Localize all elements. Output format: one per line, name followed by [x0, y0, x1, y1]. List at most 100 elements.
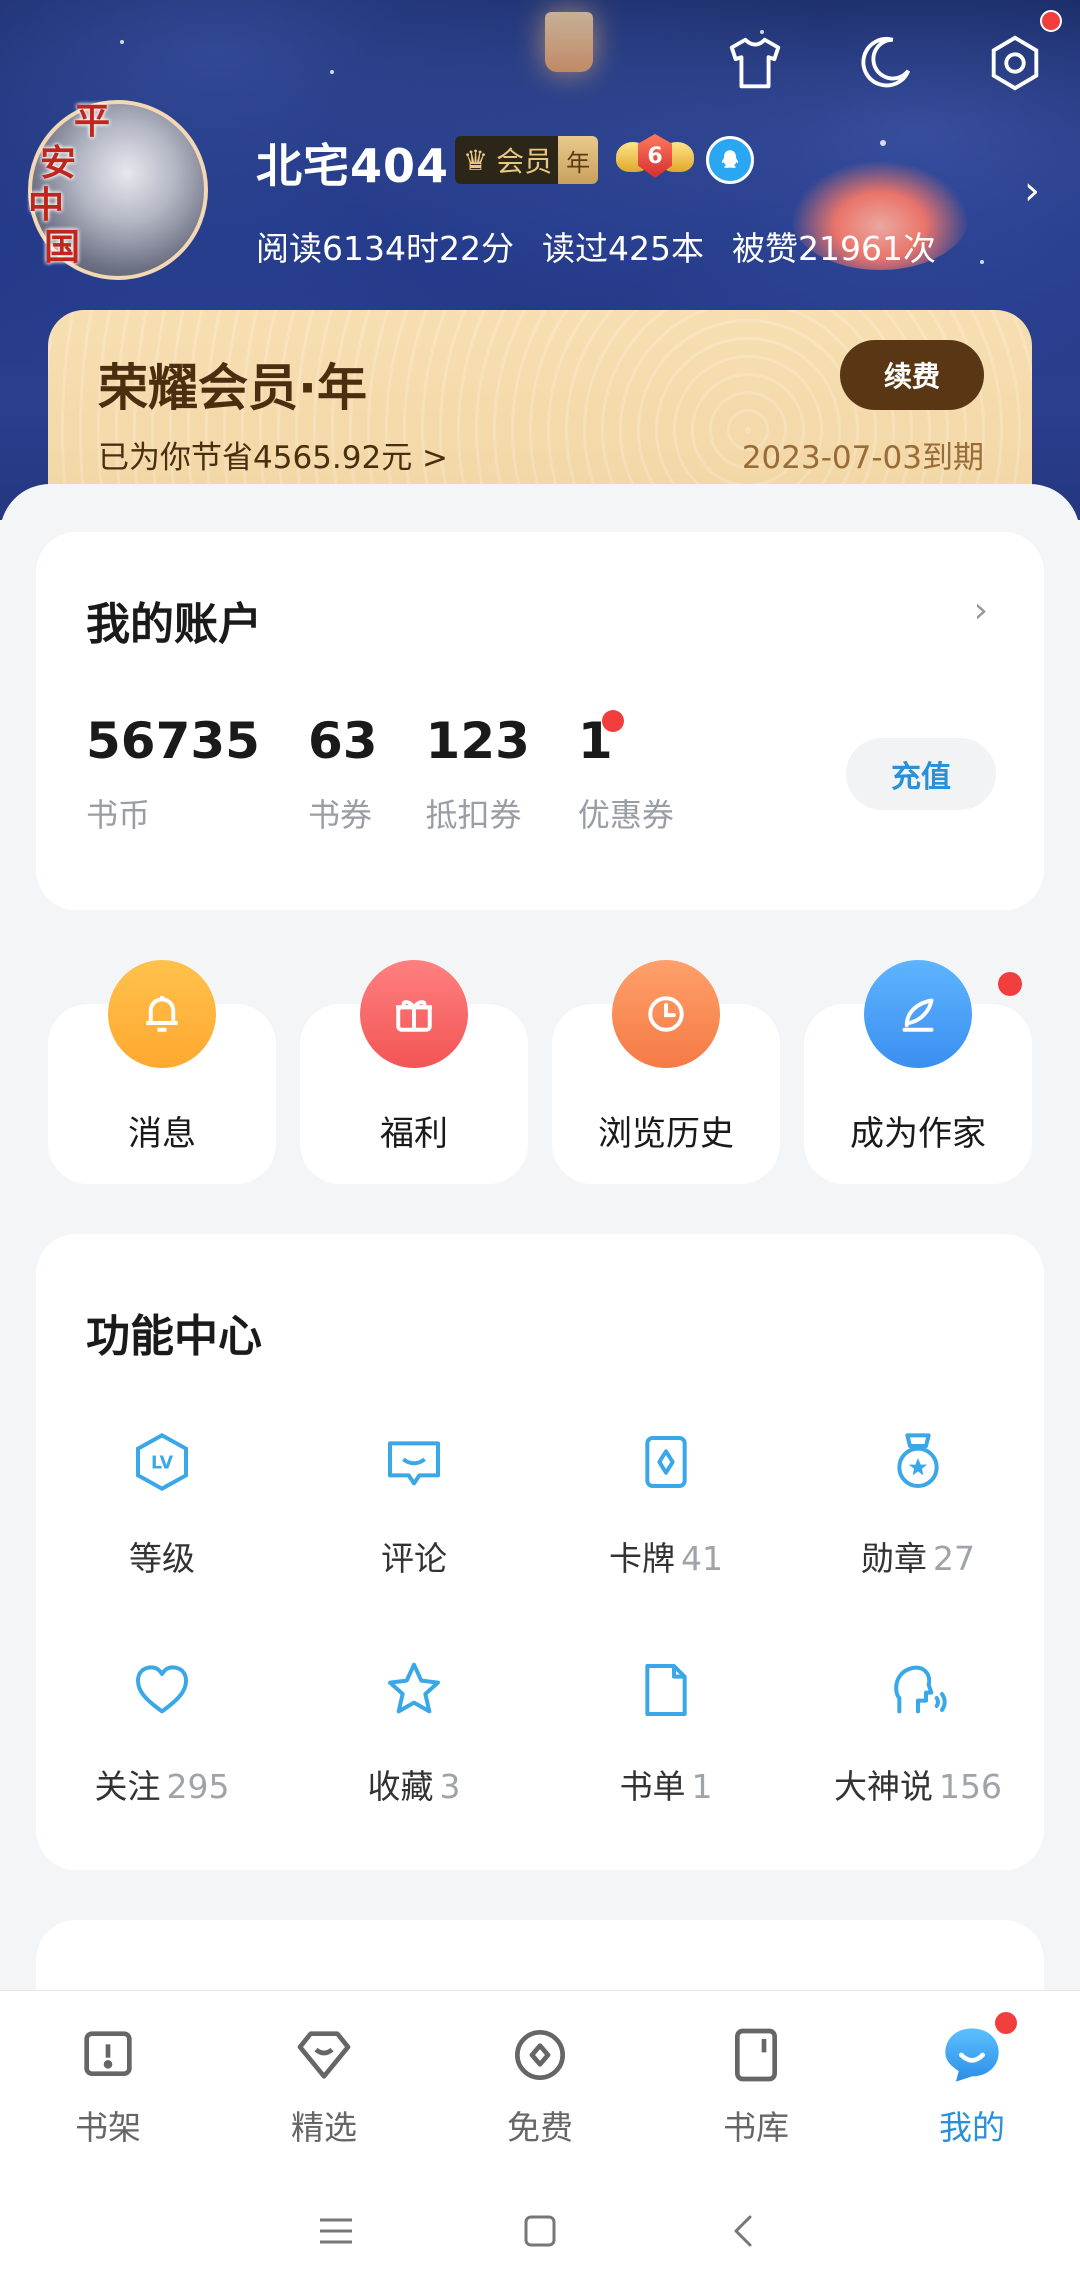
feature-cards[interactable]: 卡牌 41 [540, 1430, 792, 1578]
quick-item-messages[interactable]: 消息 [48, 960, 276, 1184]
vip-badge-label: 会员 [496, 136, 559, 184]
reading-time: 阅读6134时22分 [256, 229, 514, 268]
medal-icon [897, 1433, 939, 1488]
level-badge[interactable]: 6 [616, 134, 694, 186]
username[interactable]: 北宅404 [256, 130, 449, 196]
library-icon [735, 2028, 777, 2082]
moon-icon[interactable] [850, 28, 920, 98]
feature-count: 295 [166, 1767, 230, 1806]
balance-label: 优惠券 [577, 796, 674, 834]
nav-label: 精选 [291, 2108, 357, 2147]
level-number: 6 [638, 134, 672, 178]
home-icon[interactable] [518, 2209, 562, 2253]
header-actions [720, 10, 1062, 98]
quick-item-welfare[interactable]: 福利 [300, 960, 528, 1184]
nav-library[interactable]: 书库 [648, 1991, 864, 2166]
likes-count: 被赞21961次 [731, 229, 936, 268]
featured-icon [297, 2031, 351, 2079]
star-icon [388, 1662, 440, 1714]
account-title: 我的账户 [86, 599, 262, 650]
quick-item-author[interactable]: 成为作家 [804, 960, 1032, 1184]
feature-follow[interactable]: 关注 295 [36, 1658, 288, 1806]
feature-label: 大神说 156 [792, 1760, 1044, 1808]
svg-text:LV: LV [151, 1454, 174, 1474]
balance-coins[interactable]: 56735 书币 [86, 712, 260, 836]
balance-value: 1 [577, 712, 613, 770]
vip-expiry: 2023-07-03到期 [741, 440, 984, 476]
feature-label: 等级 [36, 1532, 288, 1580]
renew-button[interactable]: 续费 [840, 340, 984, 410]
nav-label: 我的 [939, 2108, 1005, 2147]
balance-vouchers[interactable]: 63 书券 [308, 712, 378, 836]
feature-booklist[interactable]: 书单 1 [540, 1658, 792, 1806]
feature-name: 关注 [94, 1767, 161, 1806]
recharge-button[interactable]: 充值 [846, 738, 996, 810]
star-decoration [980, 260, 984, 264]
bottom-nav: 书架 精选 免费 书库 我的 [0, 1990, 1080, 2166]
vip-savings[interactable]: 已为你节省4565.92元 > [98, 432, 448, 477]
nav-featured[interactable]: 精选 [216, 1991, 432, 2166]
quick-actions: 消息 福利 浏览历史 成为作家 [48, 960, 1032, 1186]
lantern-decoration [545, 12, 593, 72]
feature-medals[interactable]: 勋章 27 [792, 1430, 1044, 1578]
quick-label: 浏览历史 [598, 1114, 734, 1154]
balance-deduction[interactable]: 123 抵扣券 [426, 712, 530, 836]
balance-label: 书币 [86, 796, 151, 834]
nav-label: 书库 [723, 2108, 789, 2147]
feature-label: 书单 1 [540, 1760, 792, 1808]
profile-header: 平安中国 北宅404 ♛ 会员 年 6 › 阅读6134时22分 读过425本 … [0, 0, 1080, 520]
features-title: 功能中心 [86, 1311, 262, 1362]
nav-me[interactable]: 我的 [864, 1991, 1080, 2166]
nav-bookshelf[interactable]: 书架 [0, 1991, 216, 2166]
vip-title: 荣耀会员·年 [98, 359, 367, 417]
booklist-icon [645, 1664, 687, 1716]
qq-icon[interactable] [706, 136, 754, 184]
system-nav [0, 2166, 1080, 2296]
me-icon [945, 2028, 999, 2082]
star-decoration [880, 140, 886, 146]
settings-icon[interactable] [980, 10, 1062, 98]
feature-name: 勋章 [861, 1539, 927, 1578]
account-arrow[interactable]: › [974, 590, 988, 631]
free-icon [515, 2030, 565, 2080]
nav-label: 免费 [507, 2108, 573, 2147]
level-icon: LV [136, 1433, 188, 1491]
gift-icon [360, 960, 468, 1068]
feature-label: 评论 [288, 1532, 540, 1580]
feature-comments[interactable]: 评论 [288, 1430, 540, 1578]
feature-label: 勋章 27 [792, 1532, 1044, 1580]
bell-icon [108, 960, 216, 1068]
nav-label: 书架 [75, 2108, 141, 2147]
vip-card[interactable]: 荣耀会员·年 续费 已为你节省4565.92元 > 2023-07-03到期 [48, 310, 1032, 510]
feature-name: 评论 [381, 1539, 447, 1578]
feature-level[interactable]: LV 等级 [36, 1430, 288, 1578]
speaker-icon [894, 1665, 947, 1714]
back-icon[interactable] [722, 2209, 766, 2253]
quick-label: 福利 [380, 1114, 448, 1154]
comment-icon [388, 1441, 440, 1486]
nav-free[interactable]: 免费 [432, 1991, 648, 2166]
balance-coupons[interactable]: 1 优惠券 [577, 710, 674, 836]
feature-label: 收藏 3 [288, 1760, 540, 1808]
feature-name: 等级 [129, 1539, 195, 1578]
coupon-badge [601, 710, 624, 732]
quick-label: 消息 [128, 1114, 196, 1154]
feature-favorites[interactable]: 收藏 3 [288, 1658, 540, 1806]
me-badge [992, 2009, 1020, 2037]
menu-icon[interactable] [314, 2209, 358, 2253]
vip-badge[interactable]: ♛ 会员 年 [455, 136, 599, 184]
balance-label: 抵扣券 [425, 796, 522, 834]
avatar-seal: 平安中国 [28, 100, 111, 268]
feature-count: 1 [691, 1767, 713, 1806]
feature-count: 3 [439, 1767, 461, 1806]
feature-count: 27 [933, 1539, 975, 1578]
profile-arrow[interactable]: › [1024, 168, 1040, 214]
books-read: 读过425本 [541, 229, 704, 268]
shirt-icon[interactable] [720, 28, 790, 98]
clock-icon [612, 960, 720, 1068]
feature-name: 收藏 [367, 1767, 434, 1806]
account-card[interactable]: 我的账户 › 56735 书币 63 书券 123 抵扣券 1 优惠券 充值 [36, 532, 1044, 910]
quick-item-history[interactable]: 浏览历史 [552, 960, 780, 1184]
feature-name: 卡牌 [609, 1539, 675, 1578]
feature-master-talk[interactable]: 大神说 156 [792, 1658, 1044, 1806]
